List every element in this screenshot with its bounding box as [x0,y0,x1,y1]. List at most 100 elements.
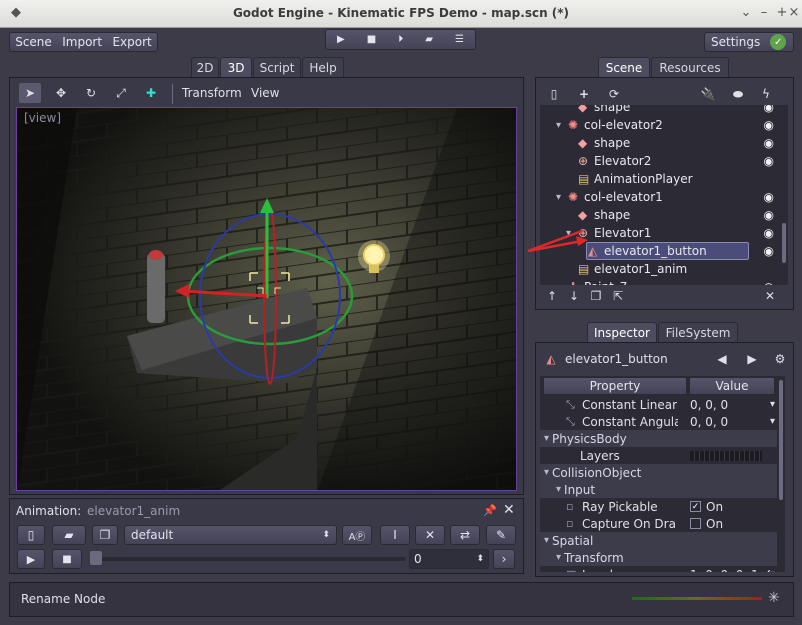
omni-light-icon[interactable] [363,244,385,266]
property-row[interactable]: Layers [540,447,777,464]
history-forward-icon[interactable]: ▶ [744,352,760,366]
object-menu-gear-icon[interactable]: ⚙ [772,352,788,366]
visibility-eye-icon[interactable]: ◉ [764,154,774,168]
property-section[interactable]: ▾ Spatial [540,532,777,549]
animation-select[interactable]: default ⬍ [124,525,337,545]
scene-tree-scrollbar[interactable] [780,105,788,285]
scene-tree-row[interactable]: ◆ shape ◉ [540,105,780,116]
expand-arrow-icon[interactable]: ▾ [556,192,561,203]
dropdown-arrow-icon[interactable]: ▾ [770,569,775,572]
edit-button[interactable]: I [380,525,410,545]
scene-tree-row[interactable]: ⊕ Elevator2 ◉ [540,152,780,170]
dropdown-arrow-icon[interactable]: ▾ [770,416,775,427]
edit-tracks-button[interactable]: ✎ [486,525,516,545]
section-collapse-icon[interactable]: ▾ [544,535,549,546]
visibility-eye-icon[interactable]: ◉ [764,118,774,132]
section-collapse-icon[interactable]: ▾ [544,467,549,478]
scene-tree-row[interactable]: ▤ elevator1_anim [540,260,780,278]
delete-node-icon[interactable]: ✕ [763,289,777,303]
script-icon[interactable]: 🔌 [699,87,717,101]
new-scene-icon[interactable]: ▯ [545,87,563,101]
new-animation-button[interactable]: ▯ [17,525,45,545]
instance-icon[interactable]: ⟳ [605,87,623,101]
menu-import[interactable]: Import [62,35,102,49]
stop-animation-button[interactable]: ■ [52,549,82,569]
visibility-eye-icon[interactable]: ◉ [764,280,774,285]
property-section[interactable]: ▾ PhysicsBody [540,430,777,447]
animation-position-spinbox[interactable]: 0 ⬍ [409,549,489,569]
play-scene-icon[interactable]: ▶ [337,34,345,45]
property-row[interactable]: ▫ Capture On Dra On [540,515,777,532]
tab-help[interactable]: Help [302,57,344,77]
property-row[interactable]: ⤡ Constant Linear V 0, 0, 0 ▾ [540,396,777,413]
pin-icon[interactable]: 📌 [483,504,497,517]
animation-timeline-slider[interactable] [90,557,406,561]
move-tool-icon[interactable]: ✥ [51,86,71,100]
visibility-eye-icon[interactable]: ◉ [764,105,774,114]
inspector-scrollbar[interactable] [777,376,785,572]
view-menu[interactable]: View [251,86,279,100]
section-collapse-icon[interactable]: ▾ [556,484,561,495]
tab-3d[interactable]: 3D [220,57,252,77]
menu-export[interactable]: Export [112,35,151,49]
tab-script[interactable]: Script [253,57,301,77]
transform-menu[interactable]: Transform [182,86,242,100]
settings-button[interactable]: Settings ✓ [704,32,794,52]
reparent-icon[interactable]: ⇱ [611,289,625,303]
visibility-eye-icon[interactable]: ◉ [764,136,774,150]
stop-scene-icon[interactable]: ■ [367,34,376,45]
checkbox[interactable] [690,518,701,529]
visibility-eye-icon[interactable]: ◉ [764,208,774,222]
play-animation-button[interactable]: ▶ [17,549,45,569]
scene-tree-row[interactable]: ✚ Point_7 ◉ [540,278,780,285]
blend-button[interactable]: ⇄ [450,525,480,545]
property-value[interactable]: ✓ On [690,500,775,514]
menu-scene[interactable]: Scene [15,35,52,49]
select-tool-icon[interactable]: ➤ [19,83,41,103]
layers-grid[interactable] [690,450,762,461]
history-back-icon[interactable]: ◀ [714,352,730,366]
property-row[interactable]: ⤡ Constant Angular 0, 0, 0 ▾ [540,413,777,430]
list-icon[interactable]: ☰ [455,34,464,45]
3d-viewport[interactable]: [view] [16,107,517,491]
property-value[interactable]: 1, 0, 0, 0, 1, 0▾ [690,568,775,573]
visibility-eye-icon[interactable]: ◉ [764,244,774,258]
scale-tool-icon[interactable]: ⤢ [111,86,131,101]
next-frame-button[interactable]: › [493,549,515,569]
window-menu-arrow-icon[interactable]: ⌄ [738,5,754,20]
add-node-tool-icon[interactable]: ✚ [141,86,161,100]
minimize-icon[interactable]: – [756,5,772,20]
move-down-icon[interactable]: ↓ [567,289,581,303]
property-row[interactable]: ▦Local 1, 0, 0, 0, 1, 0▾ [540,566,777,573]
property-value[interactable]: On [690,517,775,531]
section-collapse-icon[interactable]: ▾ [544,433,549,444]
property-section[interactable]: ▾ Transform [540,549,777,566]
tab-scene[interactable]: Scene [598,57,650,77]
property-section[interactable]: ▾ Input [540,481,777,498]
scene-tree-row[interactable]: ▤ AnimationPlayer [540,170,780,188]
visibility-eye-icon[interactable]: ◉ [764,226,774,240]
tab-resources[interactable]: Resources [651,57,729,77]
section-collapse-icon[interactable]: ▾ [556,552,561,563]
duplicate-node-icon[interactable]: ❐ [589,289,603,303]
property-value[interactable]: 0, 0, 0 ▾ [690,398,775,412]
checkbox[interactable]: ✓ [690,501,701,512]
tab-inspector[interactable]: Inspector [587,322,657,342]
add-child-icon[interactable]: + [575,87,593,101]
timeline-handle[interactable] [90,551,102,565]
autoplay-button[interactable]: AⓅ [342,525,372,545]
scene-tree-row[interactable]: ◆ shape ◉ [540,134,780,152]
visibility-eye-icon[interactable]: ◉ [764,190,774,204]
property-value[interactable] [690,450,775,461]
tab-2d[interactable]: 2D [191,57,219,77]
property-row[interactable]: ▫ Ray Pickable ✓ On [540,498,777,515]
duplicate-animation-button[interactable]: ❐ [92,525,118,545]
scene-tree-row[interactable]: ▾ ✺ col-elevator1 ◉ [540,188,780,206]
scene-tree-row[interactable]: ◆ shape ◉ [540,206,780,224]
tab-filesystem[interactable]: FileSystem [658,322,738,342]
dropdown-arrow-icon[interactable]: ▾ [770,399,775,410]
groups-icon[interactable]: ⬬ [729,87,747,102]
play-custom-icon[interactable]: ⏵ [398,34,403,45]
close-window-icon[interactable]: × [786,5,802,20]
scene-tree-row[interactable]: ▾ ✺ col-elevator2 ◉ [540,116,780,134]
